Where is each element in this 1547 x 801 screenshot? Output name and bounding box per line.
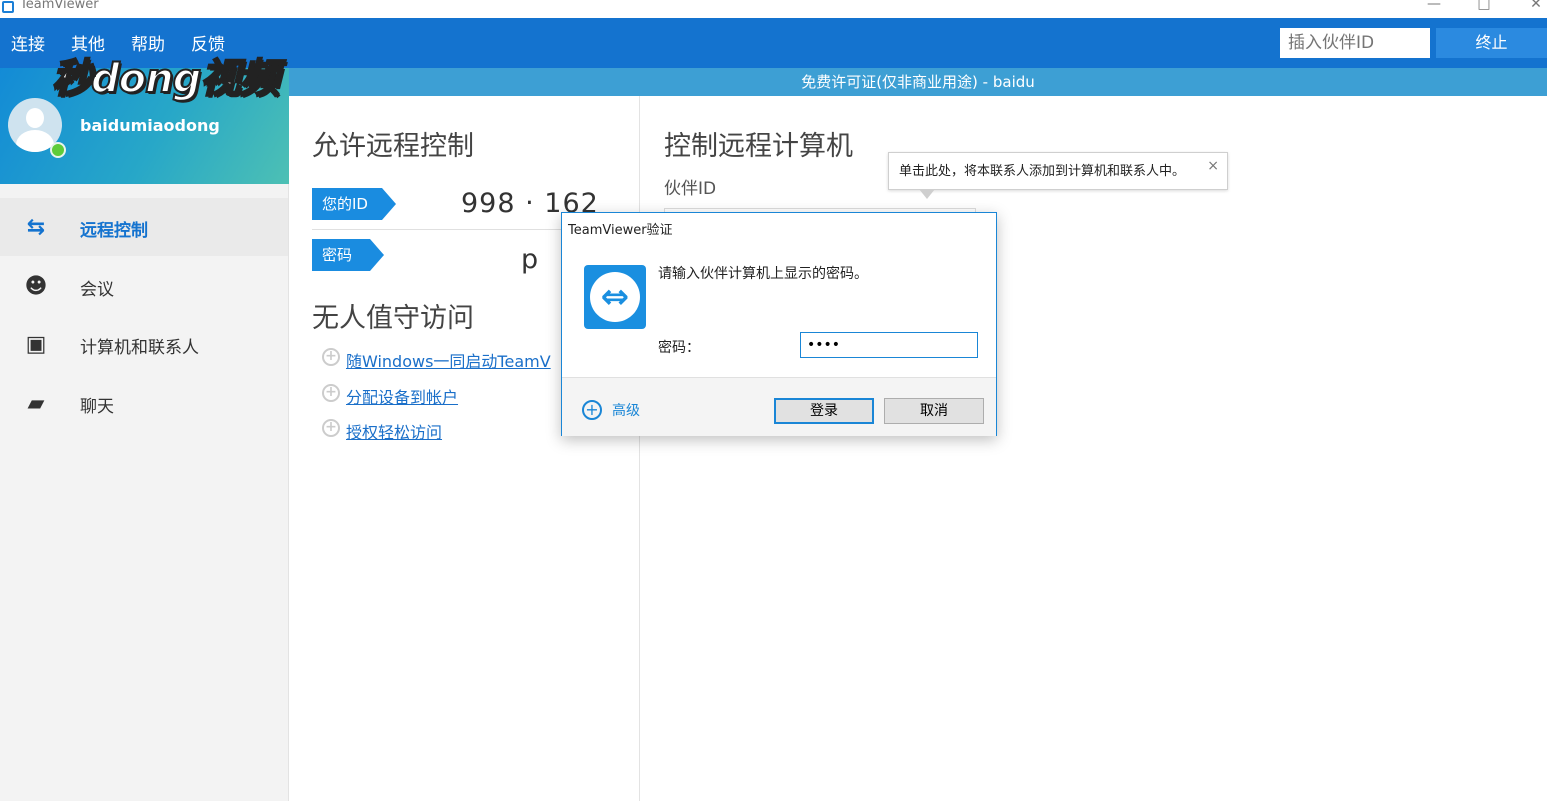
dialog-password-input[interactable] — [800, 332, 978, 358]
plus-icon: + — [322, 384, 340, 402]
sidebar: ⇆ 远程控制 ☻ 会议 ▣ 计算机和联系人 ▰ 聊天 — [0, 184, 289, 801]
license-bar: 免费许可证(仅非商业用途) - baidu — [289, 68, 1547, 96]
close-button[interactable]: ✕ — [1526, 0, 1546, 12]
sidebar-item-contacts[interactable]: ▣ 计算机和联系人 — [0, 315, 288, 373]
plus-icon: + — [322, 419, 340, 437]
start-with-windows-link[interactable]: + 随Windows一同启动TeamV — [322, 348, 551, 372]
title-bar: TeamViewer — □ ✕ — [0, 0, 1547, 18]
minimize-button[interactable]: — — [1424, 0, 1444, 12]
dialog-title: TeamViewer验证 — [568, 223, 673, 238]
dialog-message: 请输入伙伴计算机上显示的密码。 — [658, 266, 868, 282]
dialog-footer: + 高级 登录 取消 — [562, 377, 996, 436]
control-remote-title: 控制远程计算机 — [664, 131, 853, 162]
plus-icon: + — [322, 348, 340, 366]
dialog-password-label: 密码： — [658, 340, 700, 356]
add-contact-tooltip: 单击此处，将本联系人添加到计算机和联系人中。 × — [888, 152, 1228, 199]
sidebar-item-label: 聊天 — [80, 397, 114, 417]
sidebar-item-chat[interactable]: ▰ 聊天 — [0, 374, 288, 432]
contacts-icon: ▣ — [25, 332, 47, 357]
window-title: TeamViewer — [20, 0, 99, 12]
tooltip-text: 单击此处，将本联系人添加到计算机和联系人中。 — [899, 164, 1186, 179]
control-remote-panel: 控制远程计算机 伙伴ID — [640, 96, 1547, 801]
video-watermark-logo: 秒dong视频 — [51, 55, 280, 103]
end-session-button[interactable]: 终止 — [1436, 28, 1547, 58]
menu-connect[interactable]: 连接 — [11, 30, 45, 55]
unattended-title: 无人值守访问 — [312, 303, 474, 334]
sidebar-item-label: 远程控制 — [80, 221, 148, 241]
allow-remote-title: 允许远程控制 — [312, 131, 474, 162]
sidebar-item-label: 会议 — [80, 280, 114, 300]
online-status-icon — [50, 142, 66, 158]
cancel-button[interactable]: 取消 — [884, 398, 984, 424]
allow-remote-panel: 允许远程控制 您的ID 998 ‧ 162 密码 p 无人值守访问 + 随Win… — [289, 96, 640, 801]
authentication-dialog: TeamViewer验证 ⇔ 请输入伙伴计算机上显示的密码。 密码： + 高级 … — [561, 212, 997, 436]
username: baidumiaodong — [80, 116, 220, 135]
sidebar-item-label: 计算机和联系人 — [80, 338, 199, 358]
teamviewer-logo-icon: ⇔ — [584, 265, 646, 329]
people-icon: ☻ — [24, 274, 48, 299]
partner-id-quick-input[interactable] — [1280, 28, 1430, 58]
tooltip-close-icon[interactable]: × — [1207, 147, 1219, 185]
advanced-link[interactable]: 高级 — [612, 400, 640, 420]
password-value: p — [521, 244, 539, 275]
grant-easy-access-link[interactable]: + 授权轻松访问 — [322, 419, 442, 443]
password-tag: 密码 — [312, 239, 384, 271]
teamviewer-app-icon — [2, 1, 14, 13]
sidebar-item-remote-control[interactable]: ⇆ 远程控制 — [0, 198, 288, 256]
chat-icon: ▰ — [27, 391, 45, 416]
assign-device-link[interactable]: + 分配设备到帐户 — [322, 384, 458, 408]
maximize-button[interactable]: □ — [1474, 0, 1494, 12]
partner-id-label: 伙伴ID — [664, 179, 717, 199]
advanced-plus-icon[interactable]: + — [582, 400, 602, 420]
arrows-icon: ⇆ — [26, 215, 46, 240]
login-button[interactable]: 登录 — [774, 398, 874, 424]
your-id-tag: 您的ID — [312, 188, 396, 220]
sidebar-item-meeting[interactable]: ☻ 会议 — [0, 257, 288, 315]
